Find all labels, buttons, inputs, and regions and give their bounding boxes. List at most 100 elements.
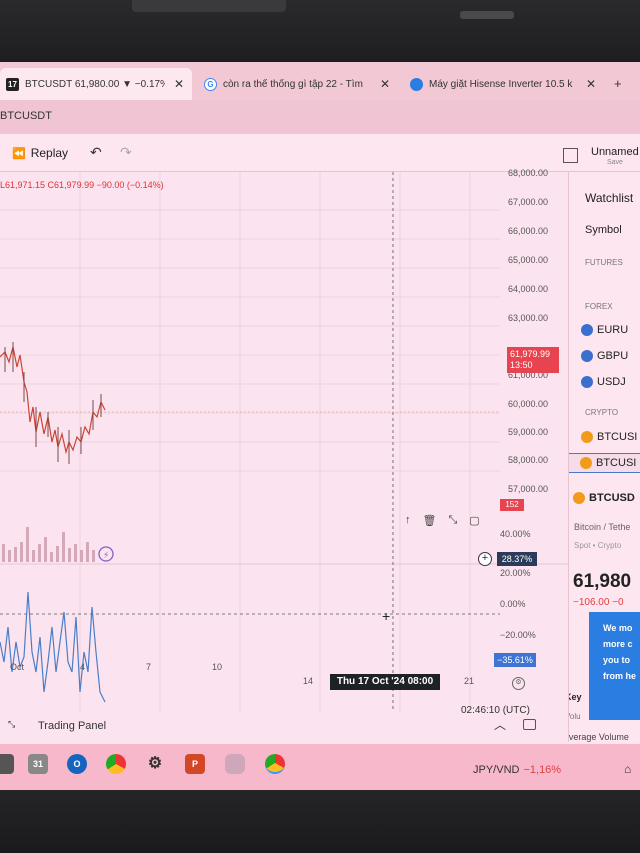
time-tick: 10 — [212, 662, 223, 672]
outlook-icon[interactable]: O — [67, 754, 87, 774]
close-icon[interactable]: ✕ — [174, 77, 184, 91]
last-price-countdown: 13:50 — [510, 360, 533, 370]
watchlist-item-label: BTCUSI — [597, 431, 638, 443]
symbol-column-header[interactable]: Symbol — [585, 224, 622, 236]
chart-area[interactable]: ⚡ L61,971.15 C61,979.99 −90.00 (−0.14%) … — [0, 168, 568, 732]
osc-tick: −20.00% — [500, 630, 536, 640]
layout-name[interactable]: Unnamed — [591, 146, 639, 158]
watchlist-item-usdjpy[interactable]: USDJ — [581, 376, 626, 388]
watchlist-item-label: USDJ — [597, 376, 626, 388]
time-tick: 21 — [464, 676, 475, 686]
chrome-active-icon[interactable] — [265, 754, 285, 774]
replay-label: Replay — [30, 146, 69, 160]
bottom-panel-bar: ⤡ Trading Panel ︿ — [0, 710, 568, 738]
chart-canvas[interactable]: ⚡ — [0, 172, 568, 732]
tab-hisense[interactable]: Máy giặt Hisense Inverter 10.5 k ✕ — [404, 68, 604, 100]
rewind-icon: ⏪ — [12, 147, 26, 160]
watchlist-item-btcusdt-selected[interactable]: BTCUSI — [569, 453, 640, 473]
uk-flag-icon — [581, 350, 593, 362]
google-icon: G — [204, 77, 217, 91]
layout-save-label: Save — [607, 159, 623, 166]
detail-description: Bitcoin / Tethe — [574, 522, 631, 532]
calendar-icon[interactable]: 31 — [28, 754, 48, 774]
gear-icon[interactable]: ⚙ — [512, 677, 525, 690]
maximize-panel-icon[interactable] — [523, 719, 536, 730]
crosshair-cursor-icon: + — [382, 608, 391, 624]
chevron-up-icon[interactable]: ︿ — [494, 716, 506, 733]
tab-title: BTCUSDT 61,980.00 ▼ −0.17% U — [25, 78, 165, 90]
expand-arrow-icon[interactable]: ⤡ — [8, 719, 15, 730]
settings-icon[interactable]: ⚙ — [145, 754, 165, 774]
watchlist-item-gbpusd[interactable]: GBPU — [581, 350, 628, 362]
us-flag-icon — [581, 376, 593, 388]
last-price-value: 61,979.99 — [510, 349, 551, 359]
watchlist-title[interactable]: Watchlist — [585, 191, 633, 205]
new-tab-button[interactable]: + — [614, 76, 622, 91]
crosshair-time-label: Thu 17 Oct '24 08:00 — [330, 674, 440, 690]
eu-flag-icon — [581, 324, 593, 336]
maximize-icon[interactable]: ▢ — [469, 514, 479, 527]
price-tick: 65,000.00 — [508, 255, 549, 265]
symbol-title[interactable]: BTCUSDT — [0, 110, 52, 122]
powerpoint-icon[interactable]: P — [185, 754, 205, 774]
fx-change: −1,16% — [523, 764, 562, 776]
tab-google-search[interactable]: G còn ra thể thống gì tập 22 - Tìm ✕ — [198, 68, 398, 100]
detail-symbol-label: BTCUSD — [589, 492, 635, 504]
osc-tick: 40.00% — [500, 529, 531, 539]
layout-checkbox-icon[interactable] — [563, 148, 578, 163]
trash-icon[interactable]: 🗑 — [423, 514, 437, 527]
redo-button[interactable]: ↷ — [120, 144, 132, 161]
detail-change: −106.00 −0 — [573, 597, 624, 608]
symbol-bar: BTCUSDT — [0, 100, 640, 134]
price-candles — [0, 342, 106, 464]
volume-bars — [2, 527, 95, 562]
price-tick: 58,000.00 — [508, 455, 549, 465]
edge-icon — [410, 77, 423, 91]
promo-line: you to — [603, 655, 630, 665]
price-tick: 59,000.00 — [508, 427, 549, 437]
watchlist-item-label: GBPU — [597, 350, 629, 362]
camera-icon[interactable] — [225, 754, 245, 774]
watchlist-item-btcusd[interactable]: BTCUSI — [581, 431, 637, 443]
watchlist-panel: Watchlist Symbol FUTURES FOREX EURU GBPU… — [568, 172, 640, 742]
tab-tradingview[interactable]: 17 BTCUSDT 61,980.00 ▼ −0.17% U ✕ — [0, 68, 192, 100]
section-forex[interactable]: FOREX — [585, 302, 613, 311]
bitcoin-icon — [581, 431, 593, 443]
last-price-badge: 61,979.99 13:50 — [507, 347, 559, 373]
chart-toolbar: ⏪ Replay ↶ ↷ Unnamed Save — [0, 134, 640, 172]
promo-line: from he — [603, 671, 637, 681]
osc-tick: 0.00% — [500, 599, 526, 609]
bitcoin-icon — [580, 457, 592, 469]
close-icon[interactable]: ✕ — [380, 77, 390, 91]
fx-ticker-widget[interactable]: JPY/VND −1,16% — [473, 764, 561, 776]
promo-line: more c — [603, 639, 633, 649]
detail-symbol[interactable]: BTCUSD — [573, 492, 635, 504]
undo-button[interactable]: ↶ — [90, 144, 102, 161]
average-volume-label: Average Volume — [568, 732, 629, 742]
time-tick: Oct — [10, 662, 25, 672]
system-tray-icon[interactable]: ⌂ — [624, 762, 631, 776]
trading-panel-tab[interactable]: Trading Panel — [38, 720, 106, 732]
price-tick: 64,000.00 — [508, 284, 549, 294]
collapse-icon[interactable]: ⤡ — [448, 514, 457, 527]
start-icon[interactable] — [0, 754, 14, 774]
price-tick: 68,000.00 — [508, 168, 549, 178]
detail-price: 61,980 — [573, 571, 632, 592]
arrow-up-icon[interactable]: ↑ — [405, 514, 411, 527]
key-stats-label: Key — [569, 692, 582, 702]
replay-button[interactable]: ⏪ Replay — [12, 146, 68, 160]
chrome-icon[interactable] — [106, 754, 126, 774]
oscillator-line — [0, 591, 106, 703]
section-crypto[interactable]: CRYPTO — [585, 408, 618, 417]
osc-value-badge: 28.37% — [497, 552, 537, 566]
close-icon[interactable]: ✕ — [586, 77, 596, 91]
promo-popup[interactable]: We mo more c you to from he — [589, 612, 640, 720]
ohlc-readout: L61,971.15 C61,979.99 −90.00 (−0.14%) — [0, 180, 164, 190]
tradingview-icon: 17 — [6, 77, 19, 91]
monitor-bezel-top — [0, 0, 640, 62]
fx-pair: JPY/VND — [473, 764, 520, 776]
watchlist-item-eurusd[interactable]: EURU — [581, 324, 628, 336]
volume-badge: 152 — [500, 499, 524, 511]
add-plus-icon[interactable]: + — [478, 552, 492, 566]
section-futures[interactable]: FUTURES — [585, 258, 623, 267]
